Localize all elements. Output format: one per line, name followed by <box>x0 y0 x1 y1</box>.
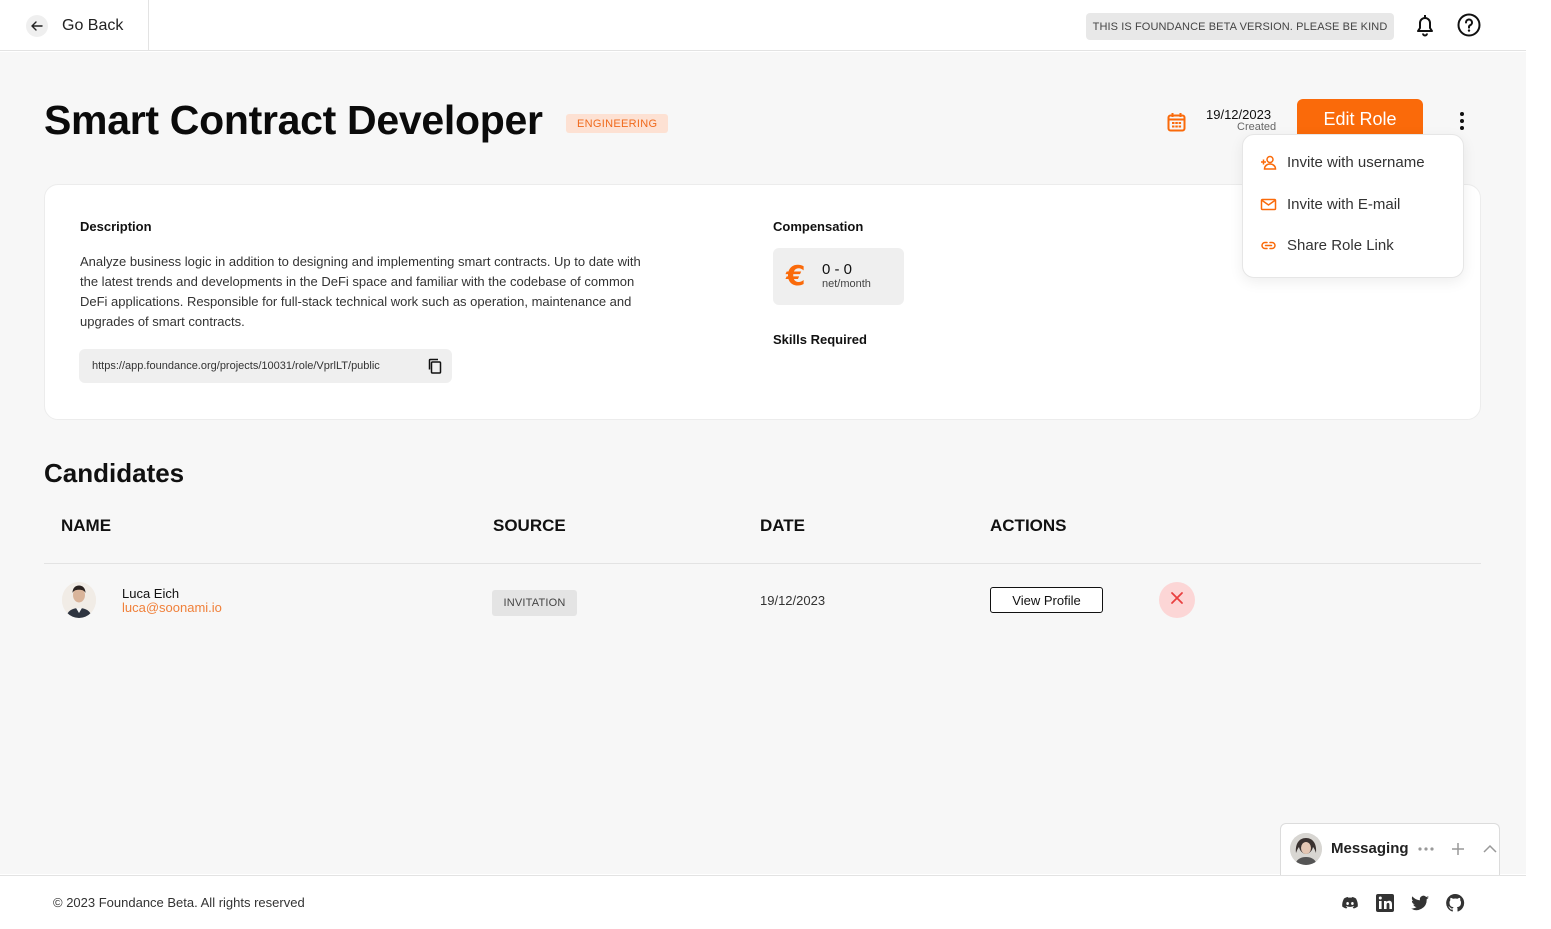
menu-item-label: Invite with E-mail <box>1287 196 1401 213</box>
plus-icon[interactable] <box>1449 840 1467 858</box>
candidates-heading: Candidates <box>44 458 185 488</box>
source-badge: INVITATION <box>492 590 577 616</box>
public-link-box[interactable]: https://app.foundance.org/projects/10031… <box>79 349 452 383</box>
compensation-unit: net/month <box>822 278 871 290</box>
skills-label: Skills Required <box>773 332 867 347</box>
menu-item-share-link[interactable]: Share Role Link <box>1260 237 1394 254</box>
menu-item-invite-email[interactable]: Invite with E-mail <box>1260 196 1400 213</box>
page-title: Smart Contract Developer <box>44 97 543 143</box>
discord-icon[interactable] <box>1340 893 1360 913</box>
close-icon <box>1170 591 1184 610</box>
column-header-date: DATE <box>760 516 806 535</box>
description-text: Analyze business logic in addition to de… <box>80 254 641 329</box>
copyright-text: © 2023 Foundance Beta. All rights reserv… <box>53 895 305 910</box>
column-header-source: SOURCE <box>493 516 566 535</box>
chevron-up-icon[interactable] <box>1481 840 1499 858</box>
column-header-name: NAME <box>61 516 112 535</box>
euro-icon: € <box>786 259 806 292</box>
mail-icon <box>1260 196 1277 213</box>
created-label: Created <box>1237 121 1277 133</box>
menu-item-label: Share Role Link <box>1287 237 1394 254</box>
messaging-avatar[interactable] <box>1290 833 1322 865</box>
more-options-icon[interactable] <box>1451 108 1473 134</box>
go-back-button[interactable]: Go Back <box>0 0 149 51</box>
more-horizontal-icon[interactable] <box>1417 840 1435 858</box>
candidate-email[interactable]: luca@soonami.io <box>122 600 222 615</box>
help-icon[interactable] <box>1456 12 1482 38</box>
candidate-date: 19/12/2023 <box>760 593 826 608</box>
linkedin-icon[interactable] <box>1375 893 1395 913</box>
menu-item-invite-username[interactable]: Invite with username <box>1260 154 1425 171</box>
view-profile-button[interactable]: View Profile <box>990 587 1103 613</box>
link-icon <box>1260 237 1277 254</box>
github-icon[interactable] <box>1445 893 1465 913</box>
twitter-icon[interactable] <box>1410 893 1430 913</box>
table-divider <box>44 563 1481 564</box>
avatar[interactable] <box>62 582 96 618</box>
public-link-text: https://app.foundance.org/projects/10031… <box>92 360 380 372</box>
add-user-icon <box>1260 154 1277 171</box>
description-label: Description <box>80 219 152 234</box>
compensation-label: Compensation <box>773 219 864 234</box>
menu-item-label: Invite with username <box>1287 154 1425 171</box>
messaging-title: Messaging <box>1331 840 1409 857</box>
department-badge: ENGINEERING <box>566 114 669 133</box>
remove-candidate-button[interactable] <box>1159 582 1195 618</box>
created-date: 19/12/2023 <box>1206 107 1272 122</box>
beta-notice: THIS IS FOUNDANCE BETA VERSION. PLEASE B… <box>1086 13 1394 40</box>
top-bar: Go Back THIS IS FOUNDANCE BETA VERSION. … <box>0 0 1526 51</box>
copy-icon[interactable] <box>427 358 443 374</box>
column-header-actions: ACTIONS <box>990 516 1067 535</box>
go-back-label: Go Back <box>62 16 124 34</box>
scrollbar[interactable] <box>1526 0 1551 929</box>
arrow-left-icon <box>26 14 48 37</box>
bell-icon[interactable] <box>1412 12 1438 38</box>
candidate-name: Luca Eich <box>122 586 180 601</box>
calendar-icon <box>1167 112 1186 132</box>
compensation-range: 0 - 0 <box>822 261 853 278</box>
